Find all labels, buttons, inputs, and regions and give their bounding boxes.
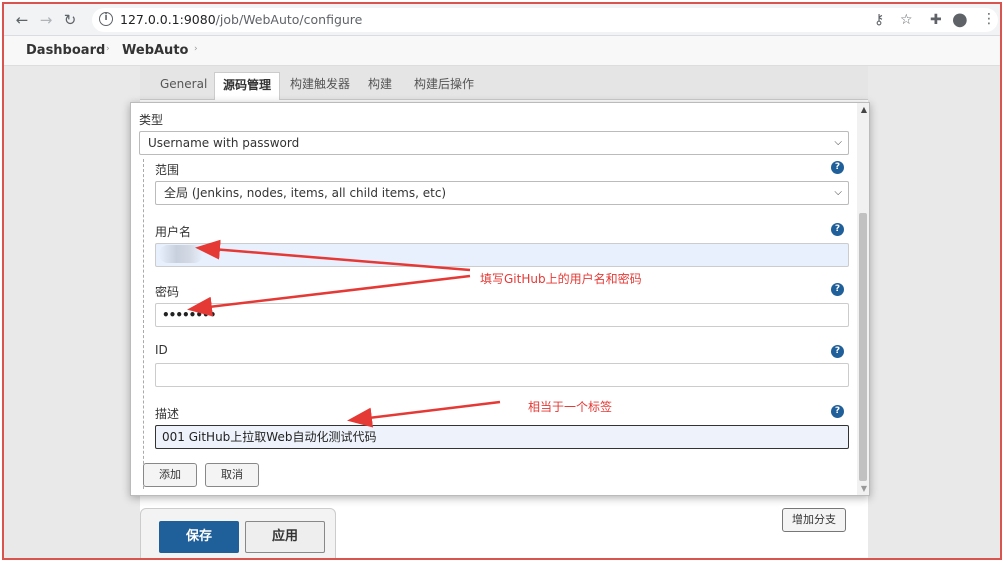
breadcrumb: Dashboard › WebAuto ›: [4, 36, 1000, 66]
kind-label: 类型: [139, 113, 164, 127]
tab-triggers[interactable]: 构建触发器: [282, 72, 358, 100]
scope-select[interactable]: 全局 (Jenkins, nodes, items, all child ite…: [155, 181, 849, 205]
description-label: 描述: [155, 407, 180, 421]
scroll-thumb[interactable]: [859, 213, 867, 481]
config-tabs: General 源码管理 构建触发器 构建 构建后操作: [140, 66, 868, 100]
info-icon[interactable]: i: [99, 12, 113, 26]
scope-select-value: 全局 (Jenkins, nodes, items, all child ite…: [164, 186, 447, 200]
address-bar[interactable]: i 127.0.0.1:9080/job/WebAuto/configure ⚷…: [92, 8, 998, 32]
url-host: 127.0.0.1:9080: [120, 12, 216, 27]
scroll-down-icon[interactable]: ▼: [861, 484, 867, 493]
help-icon[interactable]: ?: [831, 161, 844, 174]
password-label: 密码: [155, 285, 180, 299]
annotation-description: 相当于一个标签: [528, 400, 613, 414]
apply-button[interactable]: 应用: [245, 521, 325, 553]
add-branch-button[interactable]: 增加分支: [782, 508, 846, 532]
help-icon[interactable]: ?: [831, 283, 844, 296]
star-icon[interactable]: ☆: [900, 12, 913, 28]
scroll-up-icon[interactable]: ▲: [861, 105, 867, 114]
add-button[interactable]: 添加: [143, 463, 197, 487]
forward-icon[interactable]: →: [36, 10, 56, 30]
nesting-guide: [143, 159, 144, 489]
description-input[interactable]: 001 GitHub上拉取Web自动化测试代码: [155, 425, 849, 449]
reload-icon[interactable]: ↻: [60, 10, 80, 30]
browser-toolbar: ← → ↻ i 127.0.0.1:9080/job/WebAuto/confi…: [4, 4, 1000, 36]
url-path: /job/WebAuto/configure: [215, 12, 363, 27]
password-input[interactable]: ••••••••: [155, 303, 849, 327]
help-icon[interactable]: ?: [831, 345, 844, 358]
screenshot-frame: ← → ↻ i 127.0.0.1:9080/job/WebAuto/confi…: [2, 2, 1002, 560]
chevron-right-icon: ›: [106, 44, 110, 54]
redacted-username: [159, 245, 203, 263]
url-text: 127.0.0.1:9080/job/WebAuto/configure: [120, 12, 362, 27]
menu-icon[interactable]: ⋮: [982, 11, 996, 27]
annotation-credentials: 填写GitHub上的用户名和密码: [480, 272, 642, 286]
breadcrumb-dashboard[interactable]: Dashboard: [26, 43, 105, 58]
id-input[interactable]: [155, 363, 849, 387]
key-icon[interactable]: ⚷: [874, 12, 884, 28]
extension-icon[interactable]: ✚: [930, 12, 942, 28]
tab-build[interactable]: 构建: [360, 72, 400, 100]
breadcrumb-webauto[interactable]: WebAuto: [122, 43, 188, 58]
tab-post-build[interactable]: 构建后操作: [406, 72, 482, 100]
cancel-button[interactable]: 取消: [205, 463, 259, 487]
chevron-down-icon: ⌵: [834, 137, 842, 148]
account-icon[interactable]: ●: [952, 9, 968, 30]
chevron-down-icon: ⌵: [834, 187, 842, 198]
help-icon[interactable]: ?: [831, 223, 844, 236]
tab-scm[interactable]: 源码管理: [214, 72, 281, 100]
help-icon[interactable]: ?: [831, 405, 844, 418]
back-icon[interactable]: ←: [12, 10, 32, 30]
username-label: 用户名: [155, 225, 192, 239]
save-button[interactable]: 保存: [159, 521, 239, 553]
id-label: ID: [155, 343, 168, 357]
tab-general[interactable]: General: [152, 72, 215, 100]
add-credentials-dialog: ▲ ▼ 类型 Username with password ⌵ 范围 ? 全局 …: [130, 102, 870, 496]
username-input[interactable]: [155, 243, 849, 267]
scope-label: 范围: [155, 163, 180, 177]
bottom-button-bar: 保存 应用: [140, 508, 336, 558]
chevron-right-icon[interactable]: ›: [194, 44, 198, 54]
dialog-scrollbar[interactable]: ▲ ▼: [857, 103, 869, 495]
kind-select[interactable]: Username with password ⌵: [139, 131, 849, 155]
kind-select-value: Username with password: [148, 136, 300, 150]
